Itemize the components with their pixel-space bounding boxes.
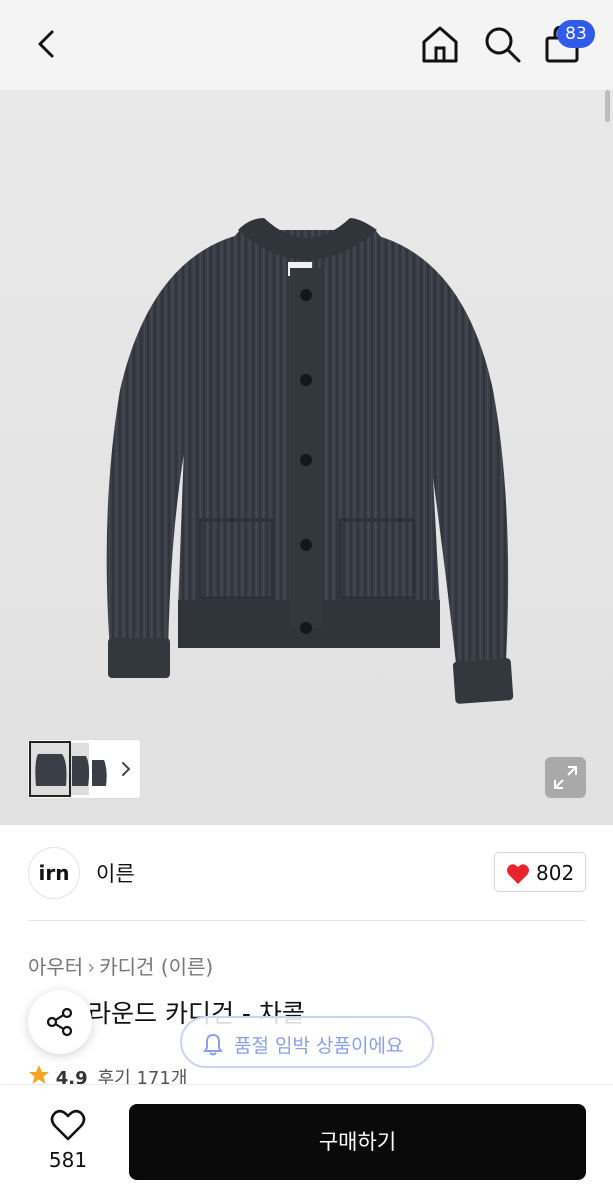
bell-icon <box>203 1033 223 1056</box>
wish-count: 581 <box>48 1148 88 1172</box>
top-bar <box>0 0 613 90</box>
share-icon <box>46 1007 73 1037</box>
review-count: 후기 171개 <box>97 1068 188 1084</box>
heart-filled-icon <box>507 864 529 884</box>
back-chevron-icon[interactable] <box>28 24 68 64</box>
divider <box>28 920 586 921</box>
share-button[interactable] <box>28 990 92 1054</box>
breadcrumb-category[interactable]: 아우터 <box>28 955 83 979</box>
heart-outline-icon[interactable] <box>44 1108 92 1142</box>
home-icon[interactable] <box>418 22 462 66</box>
scroll-indicator[interactable] <box>605 90 610 122</box>
brand-like-button[interactable]: 802 <box>494 852 586 892</box>
expand-icon <box>554 766 577 789</box>
chevron-right-icon: › <box>87 955 96 979</box>
star-icon <box>29 1065 49 1084</box>
brand-logo[interactable]: irn <box>28 847 80 899</box>
toast-text: 품절 임박 상품이에요 <box>234 1035 404 1057</box>
brand-name[interactable]: 이른 <box>96 858 135 888</box>
brand-like-count: 802 <box>536 861 575 885</box>
buy-button[interactable]: 구매하기 <box>129 1104 586 1180</box>
product-image-cardigan <box>106 218 514 704</box>
product-image-gallery[interactable] <box>0 90 613 825</box>
low-stock-toast: 품절 임박 상품이에요 <box>180 1016 434 1068</box>
cart-count-badge: 83 <box>557 20 595 48</box>
breadcrumb-subcategory[interactable]: 카디건 (이른) <box>99 955 213 979</box>
thumbnail-images <box>29 741 107 797</box>
rating-score: 4.9 <box>55 1068 88 1084</box>
chevron-right-icon[interactable] <box>118 757 134 781</box>
search-icon[interactable] <box>480 22 524 66</box>
rating-row[interactable]: 4.9 후기 171개 <box>28 1064 187 1084</box>
expand-image-button[interactable] <box>545 757 586 798</box>
breadcrumb: 아우터 › 카디건 (이른) <box>28 951 213 980</box>
